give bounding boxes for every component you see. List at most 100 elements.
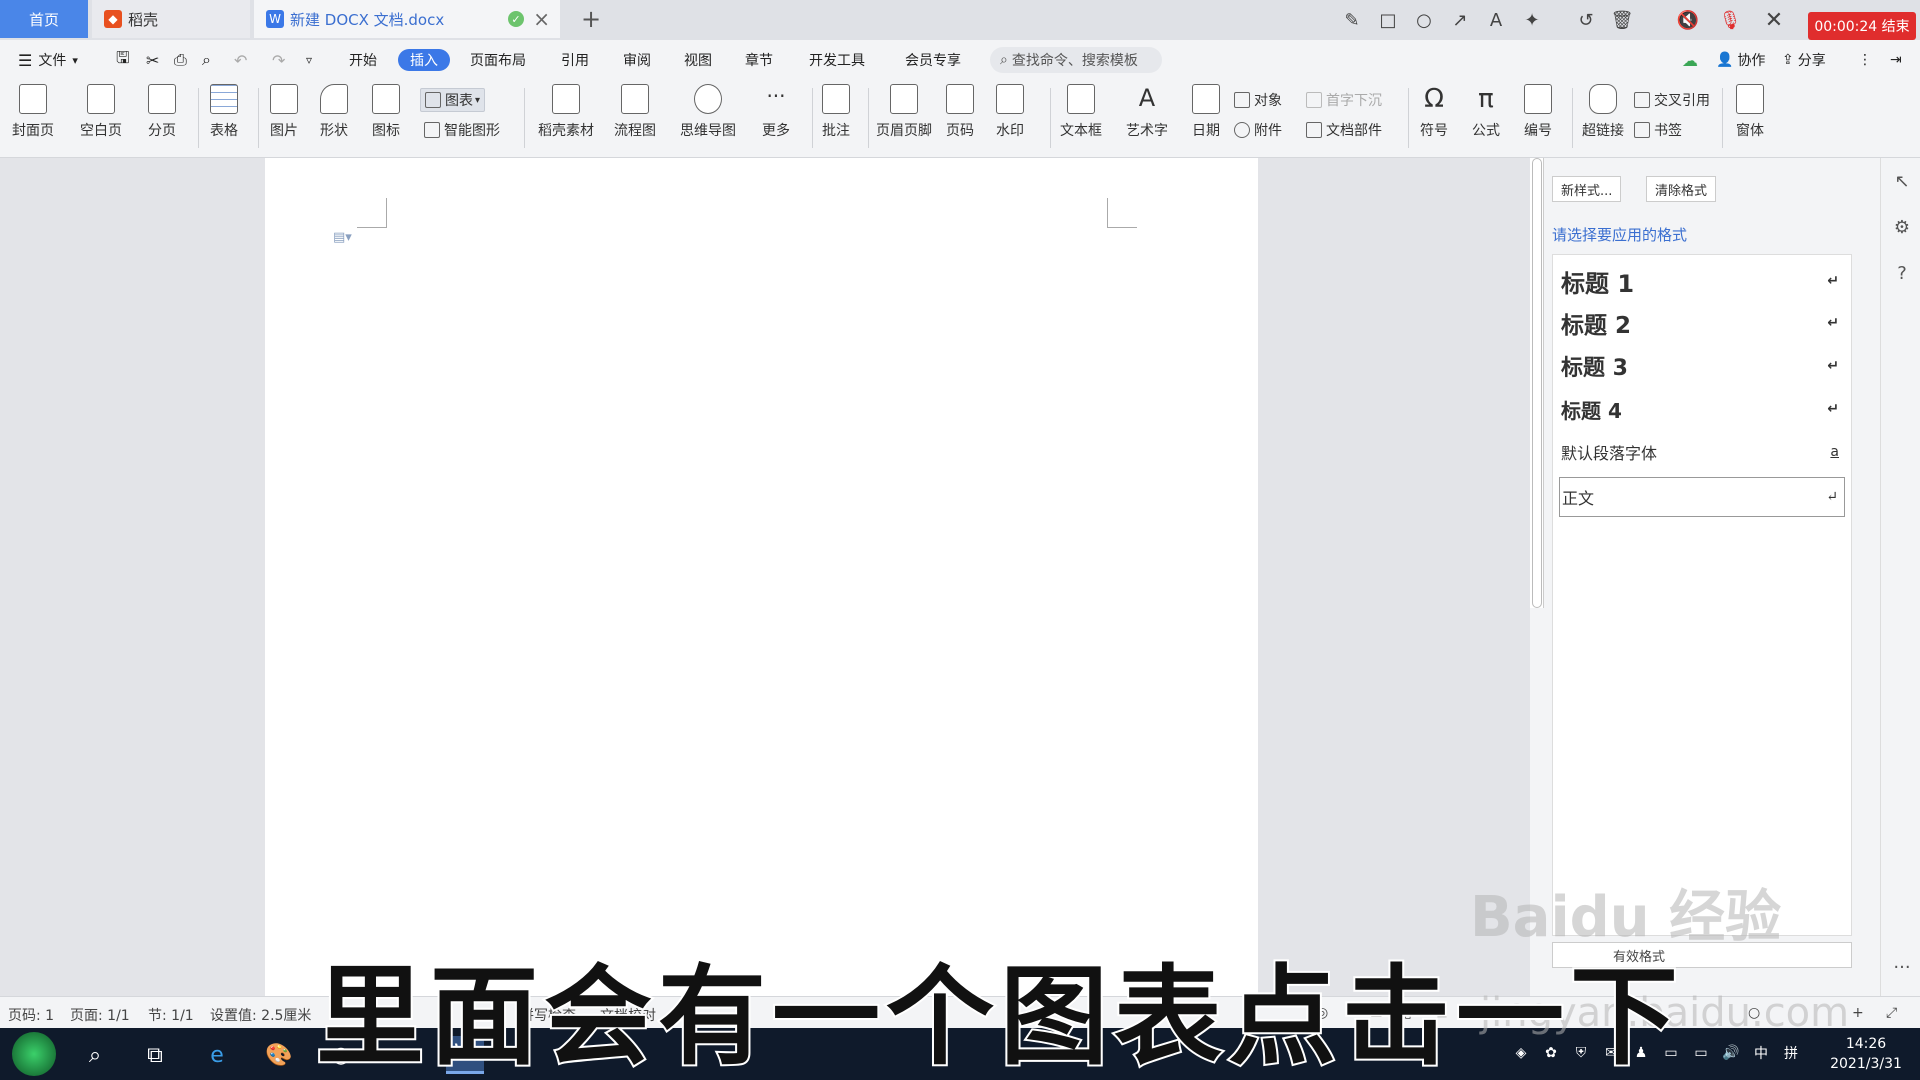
document-page[interactable]: ▤▾ bbox=[265, 158, 1258, 996]
select-pointer-icon[interactable]: ↖ bbox=[1891, 170, 1913, 192]
menu-references[interactable]: 引用 bbox=[561, 49, 589, 71]
bookmark-button[interactable]: 书签 bbox=[1634, 120, 1682, 140]
customize-dropdown-icon[interactable]: ▿ bbox=[306, 49, 312, 71]
magic-wand-icon[interactable]: ✦ bbox=[1520, 8, 1544, 32]
document-canvas[interactable]: ▤▾ bbox=[0, 158, 1530, 996]
share-button[interactable]: ⇪ 分享 bbox=[1782, 49, 1826, 71]
chart-button[interactable]: 图表 ▾ bbox=[420, 88, 486, 112]
header-footer-button[interactable]: 页眉页脚 bbox=[876, 84, 932, 140]
cross-reference-button[interactable]: 交叉引用 bbox=[1634, 90, 1710, 110]
menu-developer[interactable]: 开发工具 bbox=[809, 49, 865, 71]
undo-icon[interactable]: ↺ bbox=[1574, 8, 1598, 32]
redo-icon[interactable]: ↷ bbox=[272, 49, 285, 71]
zoom-in-icon[interactable]: + bbox=[1852, 1005, 1864, 1021]
style-default-paragraph-font[interactable]: 默认段落字体 a bbox=[1559, 435, 1845, 469]
tab-document[interactable]: W 新建 DOCX 文档.docx ✓ × bbox=[254, 0, 560, 38]
command-search-input[interactable]: ⌕ 查找命令、搜索模板 bbox=[990, 47, 1162, 73]
ie-browser-icon[interactable]: e bbox=[198, 1036, 236, 1074]
pen-icon[interactable]: ✎ bbox=[1340, 8, 1364, 32]
symbol-button[interactable]: Ω 符号 bbox=[1420, 84, 1448, 140]
close-recorder-icon[interactable]: ✕ bbox=[1762, 8, 1786, 33]
clear-format-button[interactable]: 清除格式 bbox=[1646, 176, 1717, 202]
ime-chinese-indicator[interactable]: 中 bbox=[1752, 1044, 1770, 1062]
save-icon[interactable]: 🖫 bbox=[116, 48, 130, 71]
fullscreen-icon[interactable]: ⤢ bbox=[1886, 1005, 1897, 1021]
style-heading-2[interactable]: 标题 2 ↵ bbox=[1559, 305, 1845, 341]
icon-library-button[interactable]: 图标 bbox=[372, 84, 400, 140]
scrollbar-thumb[interactable] bbox=[1532, 158, 1542, 608]
flowchart-button[interactable]: 流程图 bbox=[614, 84, 656, 140]
more-button[interactable]: ··· 更多 bbox=[762, 84, 790, 140]
system-clock[interactable]: 14:26 2021/3/31 bbox=[1820, 1034, 1912, 1074]
ime-pinyin-indicator[interactable]: 拼 bbox=[1782, 1044, 1800, 1062]
more-options-icon[interactable]: ⋮ bbox=[1858, 49, 1872, 71]
object-button[interactable]: 对象 bbox=[1234, 90, 1282, 110]
mic-muted-icon[interactable]: 🎙 bbox=[1718, 8, 1742, 32]
battery-icon[interactable]: ▭ bbox=[1692, 1044, 1710, 1062]
cloud-sync-icon[interactable]: ☁ bbox=[1682, 49, 1698, 71]
circle-icon[interactable]: ○ bbox=[1412, 8, 1436, 32]
start-button[interactable] bbox=[12, 1032, 56, 1076]
page-number-button[interactable]: 页码 bbox=[946, 84, 974, 140]
paint-icon[interactable]: 🎨 bbox=[260, 1036, 298, 1074]
table-button[interactable]: 表格 bbox=[210, 84, 238, 140]
menu-review[interactable]: 审阅 bbox=[623, 49, 651, 71]
style-normal[interactable]: 正文 ↵ bbox=[1559, 477, 1845, 517]
file-menu[interactable]: ☰ 文件 ▾ bbox=[18, 49, 78, 71]
smartart-button[interactable]: 智能图形 bbox=[424, 120, 500, 140]
help-icon[interactable]: ? bbox=[1891, 262, 1913, 284]
menu-view[interactable]: 视图 bbox=[684, 49, 712, 71]
formula-button[interactable]: π 公式 bbox=[1472, 84, 1500, 140]
menu-member[interactable]: 会员专享 bbox=[905, 49, 961, 71]
style-heading-3[interactable]: 标题 3 ↵ bbox=[1559, 348, 1845, 384]
comment-button[interactable]: 批注 bbox=[822, 84, 850, 140]
doc-parts-button[interactable]: 文档部件 bbox=[1306, 120, 1382, 140]
menu-section[interactable]: 章节 bbox=[745, 49, 773, 71]
numbering-button[interactable]: 编号 bbox=[1524, 84, 1552, 140]
pin-icon[interactable]: ⇥ bbox=[1890, 49, 1902, 71]
picture-button[interactable]: 图片 bbox=[270, 84, 298, 140]
new-tab-button[interactable]: + bbox=[574, 0, 608, 38]
adjust-settings-icon[interactable]: ⚙ bbox=[1891, 216, 1913, 238]
menu-page-layout[interactable]: 页面布局 bbox=[470, 49, 526, 71]
shape-button[interactable]: 形状 bbox=[320, 84, 348, 140]
cover-page-button[interactable]: 封面页 bbox=[12, 84, 54, 140]
speaker-muted-icon[interactable]: 🔇 bbox=[1676, 8, 1700, 32]
hyperlink-button[interactable]: 超链接 bbox=[1582, 84, 1624, 140]
wordart-button[interactable]: A 艺术字 bbox=[1126, 84, 1168, 140]
collaborate-button[interactable]: 👤 协作 bbox=[1716, 49, 1765, 71]
tab-daoke[interactable]: ◆ 稻壳 bbox=[92, 0, 250, 38]
tab-home[interactable]: 首页 bbox=[0, 0, 88, 38]
dropcap-button[interactable]: 首字下沉 bbox=[1306, 90, 1382, 110]
mindmap-button[interactable]: 思维导图 bbox=[680, 84, 736, 140]
print-icon[interactable]: ⎙ bbox=[174, 49, 187, 71]
date-button[interactable]: 日期 bbox=[1192, 84, 1220, 140]
format-painter-icon[interactable]: ✂ bbox=[146, 49, 159, 71]
arrow-icon[interactable]: ↗ bbox=[1448, 8, 1472, 32]
menu-start[interactable]: 开始 bbox=[349, 49, 377, 71]
watermark-button[interactable]: 水印 bbox=[996, 84, 1024, 140]
undo-icon[interactable]: ↶ bbox=[234, 49, 247, 71]
recording-timer-badge[interactable]: 00:00:24 结束 bbox=[1808, 12, 1916, 40]
task-view-icon[interactable]: ⧉ bbox=[136, 1036, 174, 1074]
new-style-button[interactable]: 新样式... bbox=[1552, 176, 1622, 202]
rectangle-icon[interactable]: □ bbox=[1376, 8, 1400, 32]
volume-icon[interactable]: 🔊 bbox=[1722, 1044, 1740, 1062]
form-button[interactable]: 窗体 bbox=[1736, 84, 1764, 140]
daoke-material-button[interactable]: 稻壳素材 bbox=[538, 84, 594, 140]
style-heading-4[interactable]: 标题 4 ↵ bbox=[1559, 391, 1845, 427]
print-preview-icon[interactable]: ⌕ bbox=[202, 49, 211, 71]
textbox-button[interactable]: 文本框 bbox=[1060, 84, 1102, 140]
menu-insert[interactable]: 插入 bbox=[398, 49, 450, 71]
close-tab-icon[interactable]: × bbox=[533, 7, 550, 31]
search-icon[interactable]: ⌕ bbox=[76, 1036, 114, 1074]
paste-options-icon[interactable]: ▤▾ bbox=[333, 230, 355, 246]
style-heading-1[interactable]: 标题 1 ↵ bbox=[1559, 263, 1845, 299]
attachment-button[interactable]: 附件 bbox=[1234, 120, 1282, 140]
blank-page-button[interactable]: 空白页 bbox=[80, 84, 122, 140]
page-break-button[interactable]: 分页 bbox=[148, 84, 176, 140]
text-tool-icon[interactable]: A bbox=[1484, 8, 1508, 32]
more-dots-icon[interactable]: ··· bbox=[1891, 956, 1913, 978]
document-scrollbar[interactable] bbox=[1530, 158, 1544, 608]
trash-icon[interactable]: 🗑 bbox=[1610, 8, 1634, 32]
